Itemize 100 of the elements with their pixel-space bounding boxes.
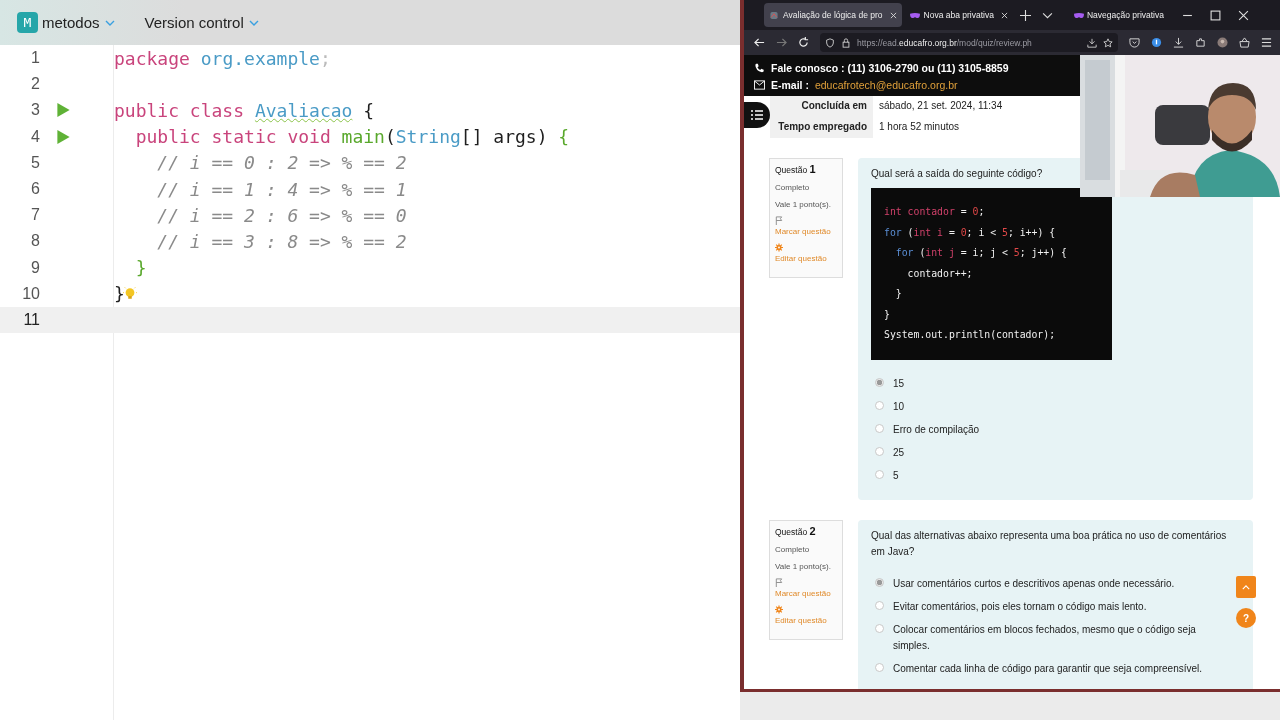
- code-token: = i; j <: [959, 247, 1009, 258]
- forward-icon[interactable]: [776, 37, 787, 48]
- line-number: 4: [30, 127, 40, 146]
- code-token: =: [947, 226, 956, 238]
- code-token: // i == 3 : 8 => % == 2: [156, 230, 407, 252]
- phone-text: Fale conosco : (11) 3106-2790 ou (11) 3105-8859: [771, 62, 1009, 74]
- plus-icon[interactable]: [1019, 9, 1031, 21]
- line-number: 7: [30, 206, 40, 225]
- question-number: Questão 2: [775, 524, 817, 537]
- line-number: 1: [30, 49, 40, 68]
- project-badge: M: [17, 12, 38, 33]
- close-icon[interactable]: [889, 11, 897, 19]
- line-number: 10: [21, 284, 40, 303]
- summary-value: 1 hora 52 minutos: [878, 120, 961, 134]
- code-token: for: [894, 247, 914, 258]
- code-token: package: [114, 47, 191, 69]
- question-prompt: Qual será a saída do seguinte código?: [871, 167, 1044, 181]
- radio-button[interactable]: [875, 400, 884, 410]
- option-label[interactable]: 5: [893, 467, 899, 484]
- code-token: int contador: [884, 206, 955, 217]
- code-token: =: [959, 206, 968, 217]
- email-link[interactable]: educafrotech@educafro.org.br: [814, 79, 958, 91]
- chevron-up-icon: [1242, 584, 1250, 590]
- option-label[interactable]: 25: [893, 444, 905, 461]
- browser-tab[interactable]: Avaliação de lógica de pro: [764, 3, 902, 27]
- code-token: ; i <: [966, 226, 998, 238]
- option-label[interactable]: Evitar comentários, pois eles tornam o código mais lento.: [893, 598, 1147, 615]
- line-number: 11: [22, 310, 40, 329]
- back-icon[interactable]: [754, 37, 765, 48]
- browser-tab[interactable]: Nova aba privativa: [904, 3, 1013, 27]
- gear-icon: [775, 243, 783, 252]
- reload-icon[interactable]: [798, 37, 809, 48]
- run-icon[interactable]: [57, 103, 70, 118]
- code-token: // i == 0 : 2 => % == 2: [156, 152, 407, 174]
- code-token: }: [884, 308, 890, 320]
- code-token: }: [134, 257, 147, 279]
- puzzle-icon[interactable]: [1195, 37, 1206, 48]
- code-token: int i: [913, 226, 943, 238]
- option-label[interactable]: 10: [893, 398, 905, 415]
- radio-button[interactable]: [875, 577, 884, 587]
- code-token: Avaliacao: [254, 99, 353, 121]
- option-label[interactable]: 15: [893, 375, 905, 392]
- flag-icon: [775, 577, 783, 587]
- download-icon[interactable]: [1173, 37, 1184, 48]
- radio-button[interactable]: [875, 469, 884, 479]
- flag-icon: [775, 216, 783, 225]
- option-label[interactable]: Erro de compilação: [893, 421, 980, 438]
- close-icon[interactable]: [1000, 11, 1008, 19]
- code-token: // i == 2 : 6 => % == 0: [156, 204, 407, 226]
- code-token: ; j++) {: [1019, 247, 1067, 258]
- code-token: 0: [972, 206, 979, 217]
- code-token: ; i++) {: [1007, 226, 1056, 238]
- code-token: public static void: [134, 126, 332, 148]
- code-token: {: [362, 99, 375, 121]
- drawer-toggle-button[interactable]: [744, 102, 770, 128]
- code-token: System.out.println(contador);: [884, 329, 1056, 340]
- question-prompt: Qual das alternativas abaixo representa uma boa prática no uso de comentários em Java?: [871, 528, 1228, 559]
- menu-icon[interactable]: [1261, 37, 1272, 48]
- close-icon[interactable]: [1238, 9, 1249, 21]
- project-menu[interactable]: metodos: [38, 14, 100, 31]
- code-token: contador++;: [906, 267, 973, 279]
- code-token: {: [558, 126, 570, 148]
- chevron-down-icon: [248, 19, 259, 26]
- code-token: int j: [925, 247, 955, 258]
- code-token: 5: [1002, 226, 1008, 238]
- avatar-icon[interactable]: [1217, 37, 1228, 48]
- maximize-icon[interactable]: [1210, 9, 1221, 21]
- line-number: 6: [30, 180, 40, 199]
- gear-icon: [775, 604, 783, 614]
- basket-icon[interactable]: [1239, 37, 1250, 48]
- code-token: 5: [1013, 247, 1020, 258]
- extension-icon[interactable]: [1151, 37, 1162, 48]
- radio-button[interactable]: [875, 423, 884, 433]
- mask-icon: [1073, 10, 1084, 20]
- code-token: ;: [319, 47, 331, 69]
- line-number: 2: [30, 75, 40, 94]
- address-bar[interactable]: https://ead.educafro.org.br/mod/quiz/review.ph: [820, 33, 1118, 52]
- version-control-menu[interactable]: Version control: [140, 14, 244, 31]
- code-token: String: [395, 126, 461, 148]
- code-token: public class: [114, 99, 246, 121]
- question-points: Vale 1 ponto(s).: [775, 200, 832, 209]
- radio-button[interactable]: [875, 662, 884, 672]
- option-label[interactable]: Colocar comentários em blocos fechados, mesmo que o código seja simples.: [893, 621, 1213, 654]
- run-icon[interactable]: [57, 129, 70, 144]
- question-number: Questão 1: [775, 163, 817, 175]
- line-number: 8: [30, 232, 40, 251]
- radio-button[interactable]: [875, 377, 884, 387]
- line-number: 5: [30, 153, 40, 172]
- option-label[interactable]: Comentar cada linha de código para garantir que seja compreensível.: [893, 660, 1203, 677]
- email-label: E-mail :: [771, 79, 809, 91]
- code-token: ;: [978, 206, 985, 217]
- code-token: [] args): [460, 126, 549, 148]
- code-token: (: [384, 126, 396, 148]
- code-token: }: [894, 288, 902, 299]
- option-label[interactable]: Usar comentários curtos e descritivos apenas onde necessário.: [893, 575, 1175, 592]
- pocket-icon[interactable]: [1129, 37, 1140, 48]
- radio-button[interactable]: [875, 446, 884, 456]
- radio-button[interactable]: [875, 600, 884, 610]
- radio-button[interactable]: [875, 623, 884, 633]
- summary-label: Concluída em: [770, 96, 873, 117]
